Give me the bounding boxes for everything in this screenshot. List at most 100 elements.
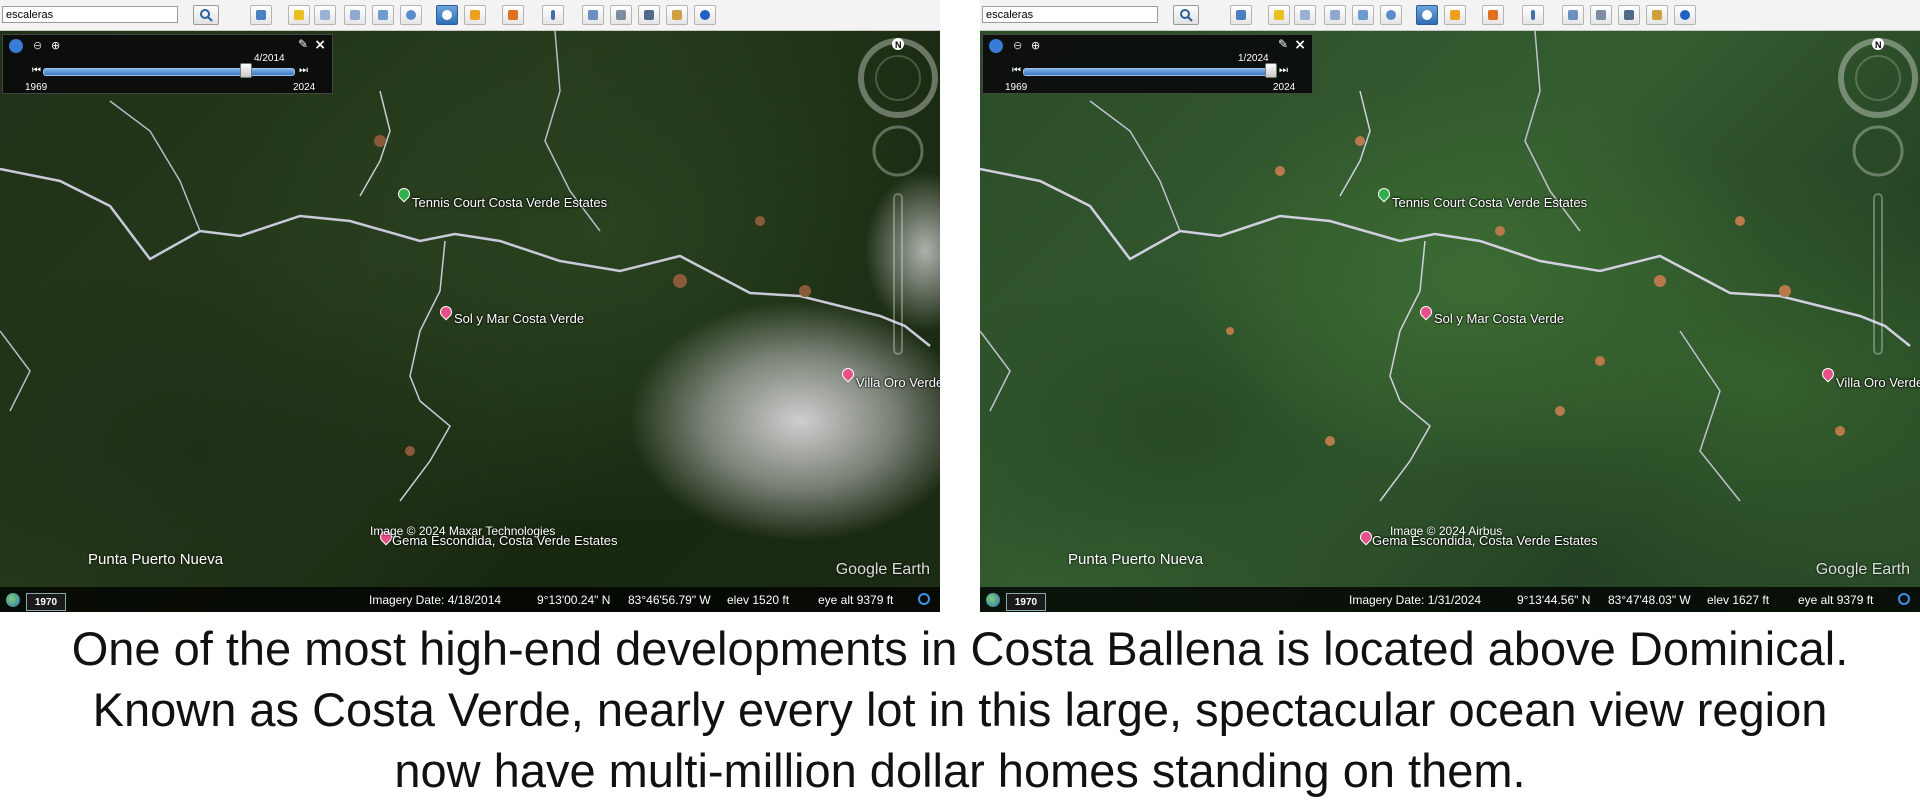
placemark-icon[interactable]	[1268, 5, 1290, 25]
sunlight-icon[interactable]	[1444, 5, 1466, 25]
step-back-icon[interactable]: ⏮	[1012, 65, 1021, 76]
switch-to-sky-icon[interactable]	[1482, 5, 1504, 25]
streaming-icon	[918, 593, 930, 605]
region-label: Punta Puerto Nueva	[88, 551, 224, 568]
place-label-tennis[interactable]: Tennis Court Costa Verde Estates	[1392, 195, 1587, 210]
eye-altitude: eye alt 9379 ft	[1798, 593, 1874, 607]
wrench-icon[interactable]: ✎	[1278, 37, 1288, 51]
search-input[interactable]	[982, 6, 1158, 23]
slider-thumb[interactable]	[1264, 63, 1277, 78]
elevation: elev 1520 ft	[727, 593, 790, 607]
satellite-map[interactable]: ⊖ ⊕ ✎ × 4/2014 ⏮ ⏭ 1969 2024 N Tennis Co…	[0, 31, 940, 612]
navigation-controls[interactable]: N	[1830, 31, 1920, 391]
path-icon[interactable]	[344, 5, 366, 25]
place-label-villa[interactable]: Villa Oro Verde	[1836, 375, 1920, 390]
earth-gallery-icon[interactable]	[1674, 5, 1696, 25]
ruler-icon[interactable]	[1522, 5, 1544, 25]
view-in-maps-icon[interactable]	[1646, 5, 1668, 25]
step-forward-icon[interactable]: ⏭	[1279, 65, 1288, 76]
record-tour-icon[interactable]	[400, 5, 422, 25]
toolbar	[0, 0, 940, 31]
close-icon[interactable]: ×	[314, 37, 326, 53]
imagery-date: Imagery Date: 1/31/2024	[1349, 593, 1482, 607]
place-label-sol[interactable]: Sol y Mar Costa Verde	[1434, 311, 1564, 326]
polygon-icon[interactable]	[1294, 5, 1316, 25]
slider-date-label: 1/2024	[1238, 53, 1269, 64]
slider-thumb[interactable]	[239, 63, 252, 78]
latitude: 9°13'44.56" N	[1517, 593, 1591, 607]
svg-text:N: N	[1875, 40, 1882, 50]
caption-line-3: now have multi-million dollar homes stan…	[394, 744, 1526, 797]
place-label-sol[interactable]: Sol y Mar Costa Verde	[454, 311, 584, 326]
email-icon[interactable]	[582, 5, 604, 25]
svg-text:N: N	[895, 40, 902, 50]
polygon-icon[interactable]	[314, 5, 336, 25]
elevation: elev 1627 ft	[1707, 593, 1770, 607]
time-slider-widget: ⊖ ⊕ ✎ × 1/2024 ⏮ ⏭ 1969 2024	[982, 34, 1313, 94]
search-icon	[200, 9, 213, 22]
step-back-icon[interactable]: ⏮	[32, 65, 41, 76]
longitude: 83°46'56.79" W	[628, 593, 711, 607]
region-label: Punta Puerto Nueva	[1068, 551, 1204, 568]
eye-altitude: eye alt 9379 ft	[818, 593, 894, 607]
zoom-out-time-icon[interactable]: ⊖	[33, 39, 47, 53]
sunlight-icon[interactable]	[464, 5, 486, 25]
zoom-out-time-icon[interactable]: ⊖	[1013, 39, 1027, 53]
step-forward-icon[interactable]: ⏭	[299, 65, 308, 76]
ruler-icon[interactable]	[542, 5, 564, 25]
historical-badge[interactable]: 1970	[26, 593, 66, 611]
globe-icon[interactable]	[6, 593, 20, 607]
view-in-maps-icon[interactable]	[666, 5, 688, 25]
slider-track[interactable]	[43, 68, 295, 76]
path-icon[interactable]	[1324, 5, 1346, 25]
time-slider-widget: ⊖ ⊕ ✎ × 4/2014 ⏮ ⏭ 1969 2024	[2, 34, 333, 94]
historical-imagery-icon[interactable]	[1416, 5, 1438, 25]
search-button[interactable]	[1173, 5, 1199, 25]
clock-icon[interactable]	[989, 39, 1003, 53]
zoom-in-time-icon[interactable]: ⊕	[51, 39, 65, 53]
move-joystick[interactable]	[872, 125, 924, 177]
wrench-icon[interactable]: ✎	[298, 37, 308, 51]
earth-window-2024: ⊖ ⊕ ✎ × 1/2024 ⏮ ⏭ 1969 2024 N Tennis Co…	[980, 0, 1920, 612]
earth-window-2014: ⊖ ⊕ ✎ × 4/2014 ⏮ ⏭ 1969 2024 N Tennis Co…	[0, 0, 940, 612]
record-tour-icon[interactable]	[1380, 5, 1402, 25]
zoom-slider[interactable]	[1873, 193, 1883, 355]
save-image-icon[interactable]	[1618, 5, 1640, 25]
earth-gallery-icon[interactable]	[694, 5, 716, 25]
place-label-villa[interactable]: Villa Oro Verde	[856, 375, 940, 390]
globe-icon[interactable]	[986, 593, 1000, 607]
toolbar	[980, 0, 1920, 31]
navigation-controls[interactable]: N	[850, 31, 940, 391]
place-label-tennis[interactable]: Tennis Court Costa Verde Estates	[412, 195, 607, 210]
status-bar: 1970 Imagery Date: 1/31/2024 9°13'44.56"…	[980, 587, 1920, 612]
look-joystick[interactable]	[1855, 55, 1901, 101]
search-input[interactable]	[2, 6, 178, 23]
satellite-map[interactable]: ⊖ ⊕ ✎ × 1/2024 ⏮ ⏭ 1969 2024 N Tennis Co…	[980, 31, 1920, 612]
historical-badge[interactable]: 1970	[1006, 593, 1046, 611]
search-button[interactable]	[193, 5, 219, 25]
slider-track[interactable]	[1023, 68, 1275, 76]
image-overlay-icon[interactable]	[372, 5, 394, 25]
sidebar-toggle-icon[interactable]	[250, 5, 272, 25]
slider-end-year: 2024	[1273, 82, 1296, 93]
clock-icon[interactable]	[9, 39, 23, 53]
close-icon[interactable]: ×	[1294, 37, 1306, 53]
move-joystick[interactable]	[1852, 125, 1904, 177]
print-icon[interactable]	[610, 5, 632, 25]
look-joystick[interactable]	[875, 55, 921, 101]
sidebar-toggle-icon[interactable]	[1230, 5, 1252, 25]
image-overlay-icon[interactable]	[1352, 5, 1374, 25]
email-icon[interactable]	[1562, 5, 1584, 25]
imagery-credit: Image © 2024 Maxar Technologies	[370, 524, 556, 538]
save-image-icon[interactable]	[638, 5, 660, 25]
zoom-in-time-icon[interactable]: ⊕	[1031, 39, 1045, 53]
switch-to-sky-icon[interactable]	[502, 5, 524, 25]
compass-ring[interactable]	[858, 38, 938, 118]
compass-ring[interactable]	[1838, 38, 1918, 118]
google-earth-watermark: Google Earth	[835, 561, 930, 578]
historical-imagery-icon[interactable]	[436, 5, 458, 25]
zoom-slider[interactable]	[893, 193, 903, 355]
print-icon[interactable]	[1590, 5, 1612, 25]
search-icon	[1180, 9, 1193, 22]
placemark-icon[interactable]	[288, 5, 310, 25]
